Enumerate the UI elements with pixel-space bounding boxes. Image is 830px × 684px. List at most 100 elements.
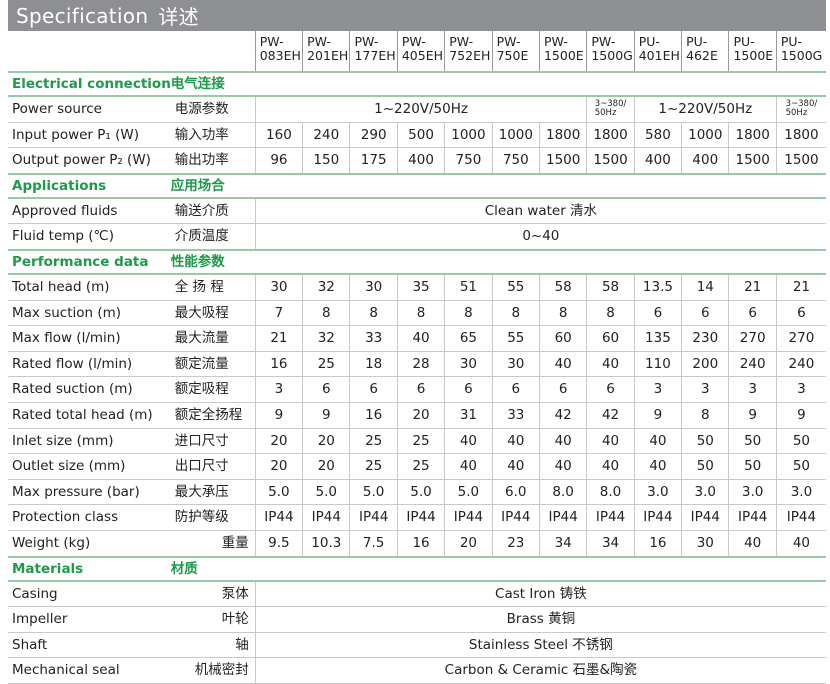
row-label-en: Input power P₁ (W) xyxy=(8,122,171,149)
section-title-cn: 应用场合 xyxy=(170,172,826,199)
value-cell: 35 xyxy=(396,273,445,301)
value-cell: 55 xyxy=(491,273,540,301)
model-code: 750E xyxy=(496,48,529,63)
value-cell: 28 xyxy=(396,351,445,378)
row-label-en: Rated total head (m) xyxy=(8,402,171,429)
value-cell: 6 xyxy=(633,300,682,327)
model-prefix: PW- xyxy=(259,34,284,49)
model-code: 405EH xyxy=(401,48,444,63)
title-bar: Specification 详述 xyxy=(8,0,826,31)
model-prefix: PU- xyxy=(780,34,803,49)
value-cell: 9 xyxy=(302,402,350,429)
value-cell: 240 xyxy=(775,351,826,378)
material-row: Impeller 叶轮 Brass 黄铜 xyxy=(8,606,826,633)
row-label-cn: 最大吸程 xyxy=(170,300,256,327)
model-header: PW- 083EH xyxy=(254,31,303,72)
value-cell: 5.0 xyxy=(254,479,303,506)
value-cell: 30 xyxy=(681,530,729,558)
perf-row: Max flow (l/min) 最大流量 21 32 33 40 65 55 60 60 135 2… xyxy=(8,325,826,352)
title-en: Specification xyxy=(16,3,149,28)
row-label-cn: 泵体 xyxy=(170,580,256,608)
section-title-en: Applications xyxy=(8,172,171,199)
value-cell: 51 xyxy=(444,273,493,301)
value-cell: 40 xyxy=(586,428,635,455)
section-title-en: Materials xyxy=(8,555,171,582)
power-source-value: 3~380/50Hz xyxy=(586,96,635,123)
value-cell: 16 xyxy=(633,530,682,558)
value-cell: 750 xyxy=(444,147,493,175)
value-cell: 30 xyxy=(349,273,398,301)
value-cell: 50 xyxy=(728,428,777,455)
value-cell: 21 xyxy=(254,325,303,352)
model-prefix: PW- xyxy=(401,34,426,49)
value-cell: 400 xyxy=(396,147,445,175)
model-header: PW- 201EH xyxy=(302,31,350,72)
value-cell: 6 xyxy=(775,300,826,327)
value-cell: 30 xyxy=(491,351,540,378)
material-value: Carbon & Ceramic 石墨&陶瓷 xyxy=(254,657,826,684)
value-cell: 58 xyxy=(586,273,635,301)
row-label-en: Inlet size (mm) xyxy=(8,428,171,455)
row-label-cn: 输出功率 xyxy=(170,147,256,175)
value-cell: 42 xyxy=(538,402,587,429)
value-cell: 750 xyxy=(491,147,540,175)
title-cn: 详述 xyxy=(158,5,199,29)
model-code: 462E xyxy=(686,48,718,63)
value-cell: 40 xyxy=(586,453,635,480)
value-cell: 9 xyxy=(775,402,826,429)
value-cell: 150 xyxy=(302,147,350,175)
value-cell: 6.0 xyxy=(491,479,540,506)
value-cell: 3 xyxy=(775,376,826,403)
value-cell: 13.5 xyxy=(633,273,682,301)
row-label-en: Fluid temp (℃) xyxy=(8,223,171,251)
value-cell: 34 xyxy=(538,530,587,558)
value-cell: 1800 xyxy=(538,122,587,149)
value-cell: 32 xyxy=(302,325,350,352)
row-fluid-temp: Fluid temp (℃) 介质温度 0~40 xyxy=(8,223,826,251)
value-cell: 40 xyxy=(491,453,540,480)
value-cell: 6 xyxy=(538,376,587,403)
value-cell: 1000 xyxy=(444,122,493,149)
spec-page: Specification 详述 PW- 083EH PW- 201EH PW- 177E… xyxy=(8,0,826,684)
value-cell: 1500 xyxy=(728,147,777,175)
model-code: 1500E xyxy=(733,48,774,63)
value-cell: 270 xyxy=(775,325,826,352)
value-cell: IP44 xyxy=(396,504,445,531)
model-header: PU- 462E xyxy=(681,31,729,72)
model-header: PU- 401EH xyxy=(633,31,682,72)
value-cell: 6 xyxy=(396,376,445,403)
model-header: PW- 750E xyxy=(491,31,540,72)
power-source-value: 1~220V/50Hz xyxy=(633,96,777,123)
value-cell: 5.0 xyxy=(396,479,445,506)
value-cell: 21 xyxy=(775,273,826,301)
value-cell: 580 xyxy=(633,122,682,149)
value-cell: 8 xyxy=(396,300,445,327)
perf-row: Weight (kg) 重量 9.5 10.3 7.5 16 20 23 34 34 16 30 40 4… xyxy=(8,530,826,558)
perf-row: Protection class 防护等级 IP44 IP44 IP44 IP44 IP44… xyxy=(8,504,826,531)
model-header: PW- 1500G xyxy=(586,31,635,72)
value-cell: 40 xyxy=(586,351,635,378)
value-cell: 9 xyxy=(254,402,303,429)
value-cell: 16 xyxy=(396,530,445,558)
perf-row: Rated suction (m) 额定吸程 3 6 6 6 6 6 6 6 3 3 3 3 xyxy=(8,376,826,403)
perf-row: Total head (m) 全 扬 程 30 32 30 35 51 55 58 58 13.5 1… xyxy=(8,273,826,301)
row-label-en: Shaft xyxy=(8,632,171,659)
value-cell: 270 xyxy=(728,325,777,352)
model-header: PU- 1500G xyxy=(775,31,826,72)
model-prefix: PU- xyxy=(638,34,660,49)
value-cell: 20 xyxy=(444,530,493,558)
row-label-en: Rated suction (m) xyxy=(8,376,171,403)
row-label-en: Mechanical seal xyxy=(8,657,171,684)
spec-table: PW- 083EH PW- 201EH PW- 177EH PW- 405EH PW- 752EH… xyxy=(8,31,826,684)
row-label-en: Approved fluids xyxy=(8,197,171,225)
value-cell: 1500 xyxy=(775,147,826,175)
value-cell: 10.3 xyxy=(302,530,350,558)
model-prefix: PW- xyxy=(496,34,521,49)
value-cell: 8 xyxy=(349,300,398,327)
perf-row: Rated flow (l/min) 额定流量 16 25 18 28 30 30 40 40 11… xyxy=(8,351,826,378)
value-cell: 16 xyxy=(349,402,398,429)
value-cell: 290 xyxy=(349,122,398,149)
value-cell: 21 xyxy=(728,273,777,301)
value-cell: 3.0 xyxy=(633,479,682,506)
value-cell: IP44 xyxy=(444,504,493,531)
